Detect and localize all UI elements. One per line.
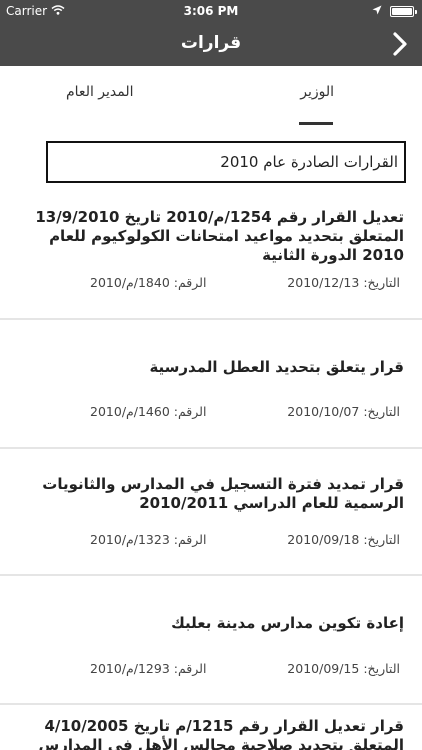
chevron-right-icon — [393, 32, 407, 56]
battery-fill — [392, 7, 412, 15]
list-item[interactable]: قرار تعديل القرار رقم 1215/م تاريخ 4/10/… — [0, 705, 422, 750]
date-value: 2010/10/07 — [287, 404, 360, 419]
selected-tab-indicator — [299, 122, 333, 125]
number-value: 1323/م/2010 — [90, 532, 170, 547]
tab-minister[interactable]: الوزير — [300, 84, 334, 100]
decision-date: التاريخ: 2010/09/18 — [287, 532, 400, 547]
date-value: 2010/12/13 — [287, 275, 360, 290]
decision-date: التاريخ: 2010/10/07 — [287, 404, 400, 419]
status-right — [372, 4, 417, 18]
list-item[interactable]: قرار تمديد فترة التسجيل في المدارس والثا… — [0, 449, 422, 576]
number-label: الرقم: — [173, 275, 207, 290]
location-arrow-icon — [372, 4, 382, 18]
status-bar: Carrier 3:06 PM — [0, 0, 422, 22]
navigation-bar: قرارات — [0, 22, 422, 66]
decision-number: الرقم: 1293/م/2010 — [90, 661, 206, 676]
list-item[interactable]: قرار يتعلق بتحديد العطل المدرسية التاريخ… — [0, 320, 422, 449]
number-value: 1293/م/2010 — [90, 661, 170, 676]
decision-number: الرقم: 1323/م/2010 — [90, 532, 206, 547]
decision-date: التاريخ: 2010/12/13 — [287, 275, 400, 290]
clock: 3:06 PM — [183, 4, 239, 18]
decision-date: التاريخ: 2010/09/15 — [287, 661, 400, 676]
number-label: الرقم: — [173, 661, 207, 676]
decision-number: الرقم: 1460/م/2010 — [90, 404, 206, 419]
year-filter-input[interactable] — [46, 141, 406, 183]
page-title: قرارات — [180, 33, 242, 53]
number-label: الرقم: — [173, 404, 207, 419]
decision-title: قرار تمديد فترة التسجيل في المدارس والثا… — [42, 475, 404, 512]
decision-title: قرار تعديل القرار رقم 1215/م تاريخ 4/10/… — [38, 717, 404, 750]
decision-title: إعادة تكوين مدارس مدينة بعلبك — [171, 614, 404, 632]
tab-bar: الوزير المدير العام — [0, 66, 422, 130]
date-value: 2010/09/18 — [287, 532, 360, 547]
decision-number: الرقم: 1840/م/2010 — [90, 275, 206, 290]
number-value: 1840/م/2010 — [90, 275, 170, 290]
back-button[interactable] — [384, 28, 416, 60]
number-label: الرقم: — [173, 532, 207, 547]
list-item[interactable]: تعديل القرار رقم 1254/م/2010 تاريخ 13/9/… — [0, 188, 422, 320]
date-label: التاريخ: — [363, 661, 400, 676]
list-item[interactable]: إعادة تكوين مدارس مدينة بعلبك التاريخ: 2… — [0, 576, 422, 705]
number-value: 1460/م/2010 — [90, 404, 170, 419]
date-label: التاريخ: — [363, 532, 400, 547]
battery-icon — [390, 5, 417, 17]
decision-title: قرار يتعلق بتحديد العطل المدرسية — [149, 358, 404, 376]
date-value: 2010/09/15 — [287, 661, 360, 676]
tab-director-general[interactable]: المدير العام — [66, 84, 134, 100]
date-label: التاريخ: — [363, 275, 400, 290]
decision-title: تعديل القرار رقم 1254/م/2010 تاريخ 13/9/… — [35, 208, 404, 264]
date-label: التاريخ: — [363, 404, 400, 419]
